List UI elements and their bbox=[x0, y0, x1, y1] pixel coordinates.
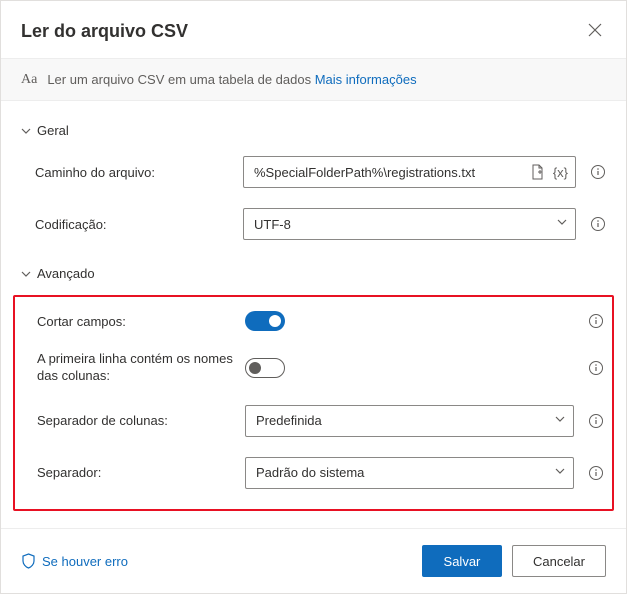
encoding-label: Codificação: bbox=[35, 217, 235, 232]
section-vars-produced[interactable]: Variáveis produzidas CSVTable bbox=[21, 521, 606, 528]
dialog-footer: Se houver erro Salvar Cancelar bbox=[1, 528, 626, 593]
field-file-path: Caminho do arquivo: {x} bbox=[21, 148, 606, 200]
save-button[interactable]: Salvar bbox=[422, 545, 502, 577]
chevron-down-icon bbox=[21, 269, 31, 279]
advanced-highlight-box: Cortar campos: A primeira linha contém o… bbox=[13, 295, 614, 511]
file-path-label: Caminho do arquivo: bbox=[35, 165, 235, 180]
info-icon[interactable] bbox=[590, 216, 606, 232]
chevron-down-icon bbox=[21, 126, 31, 136]
banner-message: Ler um arquivo CSV em uma tabela de dado… bbox=[47, 72, 314, 87]
field-col-separator: Separador de colunas: Predefinida bbox=[23, 397, 604, 449]
encoding-value: UTF-8 bbox=[254, 217, 291, 232]
separator-label: Separador: bbox=[37, 465, 237, 480]
field-trim: Cortar campos: bbox=[23, 303, 604, 343]
banner-text: Ler um arquivo CSV em uma tabela de dado… bbox=[47, 72, 416, 87]
info-icon[interactable] bbox=[590, 164, 606, 180]
more-info-link[interactable]: Mais informações bbox=[315, 72, 417, 87]
section-general[interactable]: Geral bbox=[21, 109, 606, 148]
close-icon bbox=[588, 23, 602, 37]
trim-label: Cortar campos: bbox=[37, 314, 237, 329]
field-encoding: Codificação: UTF-8 bbox=[21, 200, 606, 252]
trim-toggle[interactable] bbox=[245, 311, 285, 331]
field-separator: Separador: Padrão do sistema bbox=[23, 449, 604, 501]
file-icon bbox=[530, 164, 545, 180]
cancel-button[interactable]: Cancelar bbox=[512, 545, 606, 577]
shield-icon bbox=[21, 553, 36, 569]
browse-file-button[interactable] bbox=[528, 162, 547, 182]
separator-select[interactable]: Padrão do sistema bbox=[245, 457, 574, 489]
encoding-select[interactable]: UTF-8 bbox=[243, 208, 576, 240]
section-general-label: Geral bbox=[37, 123, 69, 138]
info-icon[interactable] bbox=[588, 413, 604, 429]
dialog-title: Ler do arquivo CSV bbox=[21, 21, 188, 42]
dialog-header: Ler do arquivo CSV bbox=[1, 1, 626, 58]
close-button[interactable] bbox=[584, 19, 606, 44]
footer-buttons: Salvar Cancelar bbox=[422, 545, 606, 577]
info-icon[interactable] bbox=[588, 360, 604, 376]
csv-read-dialog: Ler do arquivo CSV Aa Ler um arquivo CSV… bbox=[0, 0, 627, 594]
on-error-label: Se houver erro bbox=[42, 554, 128, 569]
on-error-link[interactable]: Se houver erro bbox=[21, 553, 128, 569]
variable-picker-button[interactable]: {x} bbox=[551, 163, 570, 182]
separator-value: Padrão do sistema bbox=[256, 465, 364, 480]
info-icon[interactable] bbox=[588, 313, 604, 329]
file-path-input[interactable] bbox=[243, 156, 576, 188]
section-advanced-label: Avançado bbox=[37, 266, 95, 281]
first-row-label: A primeira linha contém os nomes das col… bbox=[37, 351, 237, 385]
info-banner: Aa Ler um arquivo CSV em uma tabela de d… bbox=[1, 58, 626, 101]
col-sep-value: Predefinida bbox=[256, 413, 322, 428]
variable-icon: {x} bbox=[553, 165, 568, 180]
first-row-toggle[interactable] bbox=[245, 358, 285, 378]
col-sep-select[interactable]: Predefinida bbox=[245, 405, 574, 437]
col-sep-label: Separador de colunas: bbox=[37, 413, 237, 428]
field-first-row: A primeira linha contém os nomes das col… bbox=[23, 343, 604, 397]
text-format-icon: Aa bbox=[21, 71, 37, 88]
section-advanced[interactable]: Avançado bbox=[21, 252, 606, 291]
dialog-content: Geral Caminho do arquivo: {x} bbox=[1, 101, 626, 528]
info-icon[interactable] bbox=[588, 465, 604, 481]
